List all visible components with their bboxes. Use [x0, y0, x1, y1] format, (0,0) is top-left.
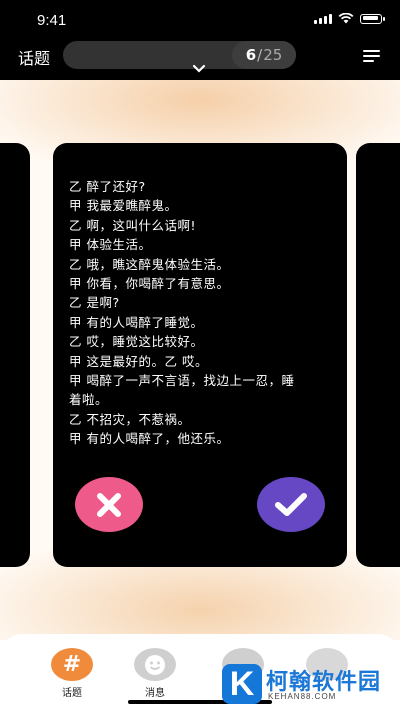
- chevron-down-icon[interactable]: [192, 64, 206, 74]
- wifi-icon: [338, 13, 354, 24]
- progress-indicator: 6 / 25: [63, 41, 296, 69]
- dialog-text: 乙 醉了还好? 甲 我最爱瞧醉鬼。 乙 啊，这叫什么话啊! 甲 体验生活。 乙 …: [69, 177, 337, 449]
- dialog-line: 甲 有的人喝醉了睡觉。: [69, 314, 204, 330]
- progress-current: 6: [245, 46, 257, 64]
- progress-separator: /: [257, 46, 263, 64]
- previous-card[interactable]: [0, 143, 30, 567]
- next-card[interactable]: [356, 143, 400, 567]
- tab-messages[interactable]: 消息: [132, 648, 178, 699]
- page-title: 话题: [18, 49, 51, 68]
- smiley-icon: [134, 648, 176, 681]
- dialog-line: 乙 哎，睡觉这比较好。: [69, 334, 204, 350]
- tab-topic-label: 话题: [62, 688, 82, 699]
- signal-icon: [314, 13, 332, 24]
- menu-icon[interactable]: [363, 50, 380, 64]
- reject-button[interactable]: [75, 477, 143, 532]
- tab-messages-label: 消息: [145, 688, 165, 699]
- accept-button[interactable]: [257, 477, 325, 532]
- dialog-line: 着啦。: [69, 392, 109, 408]
- dialog-line: 乙 是啊?: [69, 295, 120, 311]
- dialog-line: 甲 有的人喝醉了，他还乐。: [69, 431, 230, 447]
- top-bar: 9:41 话题 6 / 25: [0, 0, 400, 80]
- dialog-line: 乙 醉了还好?: [69, 179, 146, 194]
- topic-card: 乙 醉了还好? 甲 我最爱瞧醉鬼。 乙 啊，这叫什么话啊! 甲 体验生活。 乙 …: [53, 143, 347, 567]
- tab-topic[interactable]: # 话题: [49, 648, 95, 699]
- close-icon: [97, 492, 121, 517]
- dialog-line: 乙 不招灾，不惹祸。: [69, 411, 191, 427]
- dialog-line: 甲 体验生活。: [69, 237, 152, 253]
- battery-icon: [360, 13, 385, 24]
- status-icons: [314, 13, 385, 24]
- dialog-line: 甲 喝醉了一声不言语，找边上一忍，睡: [69, 373, 295, 389]
- dialog-line: 甲 你看，你喝醉了有意思。: [69, 276, 230, 292]
- dialog-line: 乙 哦，瞧这醉鬼体验生活。: [69, 256, 230, 272]
- dialog-line: 乙 啊，这叫什么话啊!: [69, 217, 196, 233]
- watermark-logo: K: [222, 664, 262, 704]
- progress-total: 25: [263, 46, 283, 64]
- dialog-line: 甲 我最爱瞧醉鬼。: [69, 198, 178, 214]
- check-icon: [275, 492, 307, 516]
- dialog-line: 甲 这是最好的。乙 哎。: [69, 353, 208, 369]
- status-time: 9:41: [37, 12, 67, 29]
- watermark-url: KEHAN88.COM: [268, 692, 337, 701]
- hashtag-icon: #: [51, 648, 93, 681]
- progress-count: 6 / 25: [232, 41, 296, 69]
- watermark: K 柯翰软件园 KEHAN88.COM: [222, 660, 400, 711]
